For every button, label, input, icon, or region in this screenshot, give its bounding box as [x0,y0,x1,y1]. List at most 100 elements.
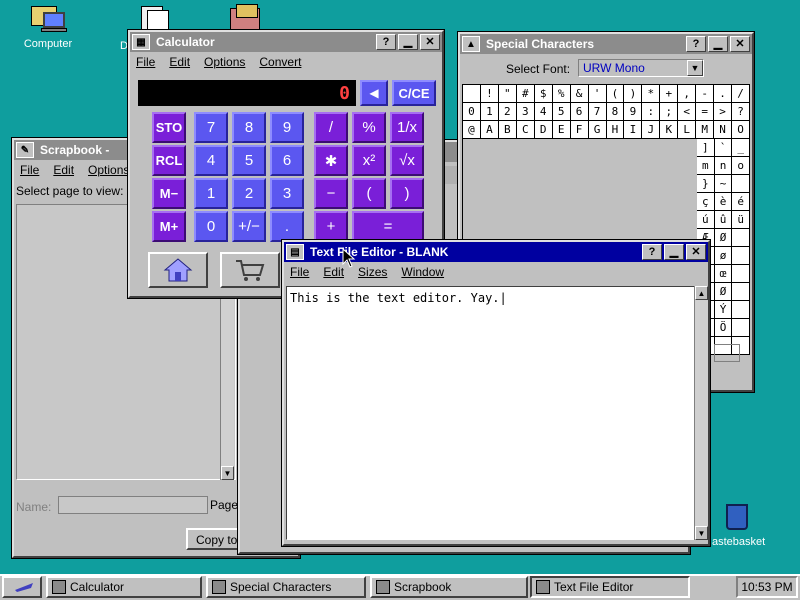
char-cell[interactable]: o [732,157,751,175]
char-cell[interactable]: $ [534,85,553,103]
char-cell[interactable]: œ [714,265,733,283]
operator-key-2[interactable]: 1/x [390,112,424,143]
operator-key-4[interactable]: x² [352,145,386,176]
char-cell[interactable]: L [678,121,697,139]
menu-options[interactable]: Options [88,163,129,177]
minimize-button[interactable]: ▁ [398,34,418,50]
digit-key-9[interactable]: 0 [194,211,228,242]
char-cell[interactable]: " [498,85,517,103]
start-button[interactable] [2,576,42,598]
char-cell[interactable]: + [660,85,679,103]
font-select[interactable]: URW Mono ▼ [578,59,704,77]
char-cell[interactable]: ! [480,85,499,103]
char-cell[interactable]: # [516,85,535,103]
char-cell[interactable]: > [714,103,733,121]
char-cell[interactable] [732,283,751,301]
char-cell[interactable]: } [697,175,715,193]
char-cell[interactable]: . [714,85,733,103]
char-cell[interactable]: K [660,121,679,139]
char-cell[interactable]: E [552,121,571,139]
char-cell[interactable]: ú [697,211,715,229]
char-cell[interactable]: = [696,103,715,121]
digit-key-0[interactable]: 7 [194,112,228,143]
char-cell[interactable]: 6 [570,103,589,121]
char-cell[interactable]: J [642,121,661,139]
char-cell[interactable]: / [732,85,750,103]
menu-edit[interactable]: Edit [323,265,344,279]
backspace-button[interactable]: ◀ [360,80,388,106]
operator-key-9[interactable]: + [314,211,348,242]
chevron-down-icon[interactable]: ▼ [687,60,703,76]
char-cell[interactable]: û [714,211,733,229]
calculator-titlebar[interactable]: ▦ Calculator ? ▁ ✕ [130,32,442,52]
menu-convert[interactable]: Convert [259,55,301,69]
char-cell[interactable]: Ý [714,301,733,319]
char-cell[interactable]: Ø [714,229,733,247]
scroll-down-arrow[interactable]: ▼ [221,466,234,480]
char-cell[interactable]: B [498,121,517,139]
char-cell[interactable]: 4 [534,103,553,121]
wastebasket[interactable]: astebasket [712,504,772,548]
char-cell[interactable]: O [732,121,750,139]
char-cell[interactable]: ø [714,247,733,265]
digit-key-11[interactable]: . [270,211,304,242]
digit-key-5[interactable]: 6 [270,145,304,176]
char-cell[interactable]: @ [463,121,481,139]
help-button[interactable]: ? [686,36,706,52]
text-editor-icon[interactable]: ▤ [286,244,304,260]
char-cell[interactable]: < [678,103,697,121]
special-characters-titlebar[interactable]: ▲ Special Characters ? ▁ ✕ [460,34,752,54]
char-cell[interactable]: ü [732,211,751,229]
minimize-button[interactable]: ▁ [664,244,684,260]
char-cell[interactable]: 5 [552,103,571,121]
operator-key-5[interactable]: √x [390,145,424,176]
operator-key-8[interactable]: ) [390,178,424,209]
menu-file[interactable]: File [290,265,309,279]
char-cell[interactable]: & [570,85,589,103]
operator-key-7[interactable]: ( [352,178,386,209]
close-button[interactable]: ✕ [686,244,706,260]
digit-key-3[interactable]: 4 [194,145,228,176]
char-cell[interactable]: , [678,85,697,103]
memory-key-2[interactable]: M− [152,178,186,209]
operator-key-0[interactable]: / [314,112,348,143]
char-cell[interactable]: M [696,121,715,139]
desktop-icon-computer[interactable]: Computer [8,4,88,50]
char-cell[interactable]: I [624,121,643,139]
char-cell[interactable]: 1 [480,103,499,121]
char-cell[interactable] [732,229,751,247]
clear-button[interactable]: C/CE [392,80,436,106]
menu-window[interactable]: Window [401,265,444,279]
help-button[interactable]: ? [376,34,396,50]
char-cell[interactable]: ~ [714,175,733,193]
text-editor-window[interactable]: ▤ Text File Editor - BLANK ? ▁ ✕ File Ed… [281,239,711,547]
char-cell[interactable] [732,319,751,337]
digit-key-10[interactable]: +/− [232,211,266,242]
char-cell[interactable]: ; [660,103,679,121]
text-editor-scrollbar[interactable]: ▲ ▼ [694,286,708,540]
text-editor-area[interactable]: This is the text editor. Yay.| [286,286,696,540]
char-cell[interactable] [732,175,751,193]
taskbar-item-scrapbook[interactable]: Scrapbook [370,576,528,598]
char-cell[interactable]: A [480,121,499,139]
cart-button[interactable] [220,252,280,288]
digit-key-6[interactable]: 1 [194,178,228,209]
menu-edit[interactable]: Edit [53,163,74,177]
char-cell[interactable]: m [697,157,715,175]
char-cell[interactable]: 9 [624,103,643,121]
digit-key-1[interactable]: 8 [232,112,266,143]
memory-key-3[interactable]: M+ [152,211,186,242]
char-cell[interactable]: Ø [714,283,733,301]
operator-key-3[interactable]: ✱ [314,145,348,176]
char-cell[interactable]: ) [624,85,643,103]
char-cell[interactable]: ç [697,193,715,211]
char-cell[interactable]: é [732,193,751,211]
home-button[interactable] [148,252,208,288]
memory-key-0[interactable]: STO [152,112,186,143]
taskbar-item-calculator[interactable]: Calculator [46,576,202,598]
menu-edit[interactable]: Edit [169,55,190,69]
help-button[interactable]: ? [642,244,662,260]
char-cell[interactable]: ] [697,139,715,157]
char-cell[interactable]: ` [714,139,733,157]
char-cell[interactable]: n [714,157,733,175]
